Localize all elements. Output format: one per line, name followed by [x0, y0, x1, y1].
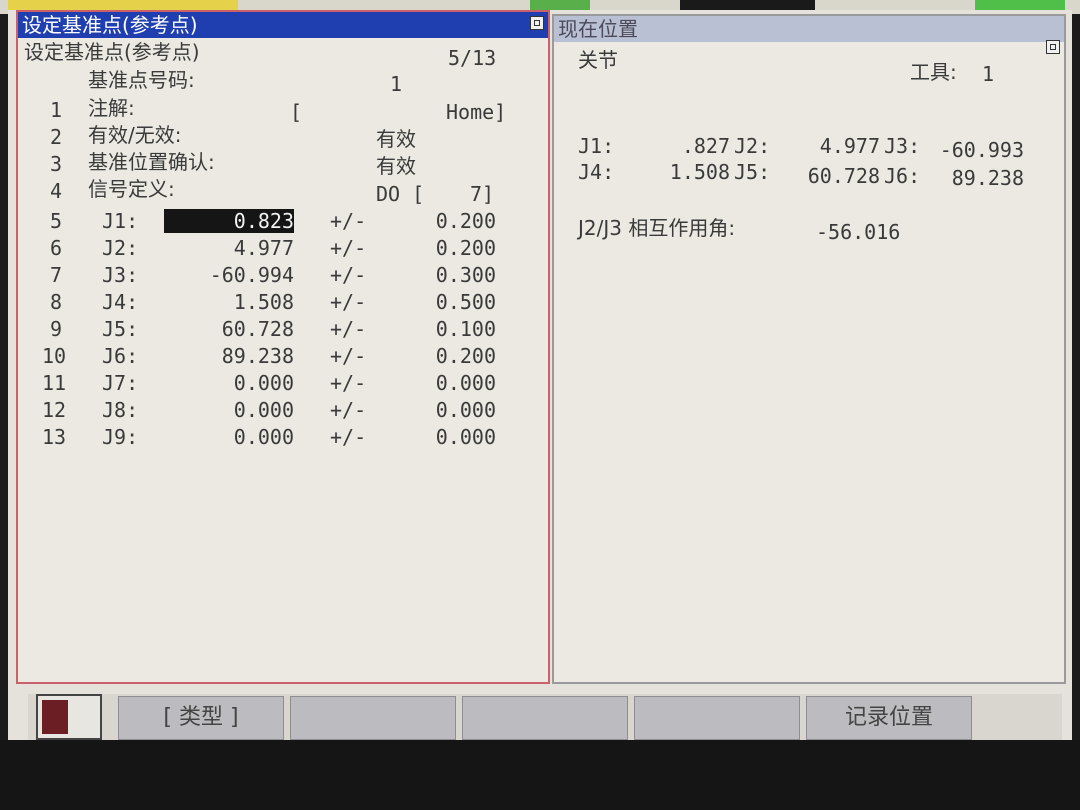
position-value: .827	[681, 134, 730, 158]
plus-minus: +/-	[330, 236, 367, 260]
interaction-angle-value: -56.016	[816, 220, 901, 244]
position-value: 4.977	[819, 134, 880, 158]
enable-value[interactable]: 有效	[376, 127, 416, 151]
screen-subtitle: 设定基准点(参考点)	[24, 40, 200, 64]
comment-value[interactable]: Home]	[446, 100, 506, 124]
plus-minus: +/-	[330, 317, 367, 341]
position-label: J2:	[734, 134, 771, 158]
f4-softkey[interactable]	[634, 696, 800, 740]
tool-value: 1	[982, 62, 995, 86]
row-number: 11	[42, 371, 67, 395]
maximize-icon[interactable]	[530, 16, 544, 30]
plus-minus: +/-	[330, 425, 367, 449]
joint-value[interactable]: 0.000	[164, 398, 294, 422]
row-number: 2	[50, 125, 63, 149]
row-number: 10	[42, 344, 67, 368]
joint-tolerance[interactable]: 0.200	[412, 209, 496, 233]
fctn-indicator-icon	[36, 694, 102, 740]
joint-value[interactable]: 4.977	[164, 236, 294, 260]
teach-pendant-screen: 设定基准点(参考点) 设定基准点(参考点) 5/13 基准点号码: 1 1 注解…	[8, 10, 1072, 742]
device-bezel	[0, 740, 1080, 810]
joint-label: J8:	[102, 398, 139, 422]
row-number: 13	[42, 425, 67, 449]
joint-value[interactable]: 60.728	[164, 317, 294, 341]
row-number: 6	[50, 236, 63, 260]
row-number: 5	[50, 209, 63, 233]
position-label: J5:	[734, 160, 771, 184]
joint-label: J9:	[102, 425, 139, 449]
joint-tolerance[interactable]: 0.000	[412, 398, 496, 422]
current-position-panel[interactable]: 现在位置 关节 工具: 1 J1: .827 J2: 4.977 J3: -60…	[552, 14, 1066, 684]
row-number: 8	[50, 290, 63, 314]
comment-label: 注解:	[88, 96, 135, 120]
joint-label: J2:	[102, 236, 139, 260]
position-label: J4:	[578, 160, 615, 184]
joint-value[interactable]: 1.508	[164, 290, 294, 314]
position-value: 1.508	[669, 160, 730, 184]
joint-label: J5:	[102, 317, 139, 341]
joint-value-selected[interactable]: 0.823	[164, 209, 294, 233]
joint-value[interactable]: 89.238	[164, 344, 294, 368]
joint-tolerance[interactable]: 0.300	[412, 263, 496, 287]
f3-softkey[interactable]	[462, 696, 628, 740]
position-value: -60.993	[939, 138, 1024, 162]
comment-bracket[interactable]: [	[290, 100, 302, 124]
tool-label: 工具:	[910, 60, 957, 84]
row-number: 1	[50, 98, 63, 122]
position-label: J6:	[884, 164, 921, 188]
refnum-value[interactable]: 1	[390, 72, 402, 96]
position-label: J3:	[884, 134, 921, 158]
row-number: 4	[50, 179, 63, 203]
plus-minus: +/-	[330, 371, 367, 395]
maximize-icon[interactable]	[1046, 40, 1060, 54]
joint-tolerance[interactable]: 0.500	[412, 290, 496, 314]
joint-label: J1:	[102, 209, 139, 233]
plus-minus: +/-	[330, 209, 367, 233]
position-label: J1:	[578, 134, 615, 158]
coordinate-mode: 关节	[578, 48, 618, 72]
position-value: 89.238	[951, 166, 1024, 190]
function-key-bar: [ 类型 ] 记录位置	[28, 694, 1062, 742]
joint-label: J7:	[102, 371, 139, 395]
plus-minus: +/-	[330, 290, 367, 314]
panel-title: 现在位置	[554, 16, 1064, 42]
joint-label: J3:	[102, 263, 139, 287]
joint-tolerance[interactable]: 0.200	[412, 236, 496, 260]
joint-tolerance[interactable]: 0.100	[412, 317, 496, 341]
record-position-softkey[interactable]: 记录位置	[806, 696, 972, 740]
f2-softkey[interactable]	[290, 696, 456, 740]
joint-tolerance[interactable]: 0.200	[412, 344, 496, 368]
row-number: 9	[50, 317, 63, 341]
joint-tolerance[interactable]: 0.000	[412, 371, 496, 395]
row-number: 12	[42, 398, 67, 422]
plus-minus: +/-	[330, 263, 367, 287]
joint-tolerance[interactable]: 0.000	[412, 425, 496, 449]
interaction-angle-label: J2/J3 相互作用角:	[578, 216, 736, 240]
panel-title: 设定基准点(参考点)	[18, 12, 548, 38]
joint-value[interactable]: -60.994	[164, 263, 294, 287]
position-check-value[interactable]: 有效	[376, 154, 416, 178]
enable-label: 有效/无效:	[88, 123, 182, 147]
position-value: 60.728	[807, 164, 880, 188]
page-indicator: 5/13	[448, 46, 497, 70]
position-check-label: 基准位置确认:	[88, 150, 215, 174]
joint-label: J6:	[102, 344, 139, 368]
type-softkey[interactable]: [ 类型 ]	[118, 696, 284, 740]
refnum-label: 基准点号码:	[88, 68, 195, 92]
signal-def-index[interactable]: 7]	[470, 182, 494, 206]
joint-value[interactable]: 0.000	[164, 371, 294, 395]
reference-position-panel[interactable]: 设定基准点(参考点) 设定基准点(参考点) 5/13 基准点号码: 1 1 注解…	[16, 10, 550, 684]
joint-value[interactable]: 0.000	[164, 425, 294, 449]
signal-def-label: 信号定义:	[88, 177, 175, 201]
plus-minus: +/-	[330, 344, 367, 368]
joint-label: J4:	[102, 290, 139, 314]
signal-def-do[interactable]: DO [	[376, 182, 424, 206]
plus-minus: +/-	[330, 398, 367, 422]
row-number: 7	[50, 263, 63, 287]
row-number: 3	[50, 152, 63, 176]
